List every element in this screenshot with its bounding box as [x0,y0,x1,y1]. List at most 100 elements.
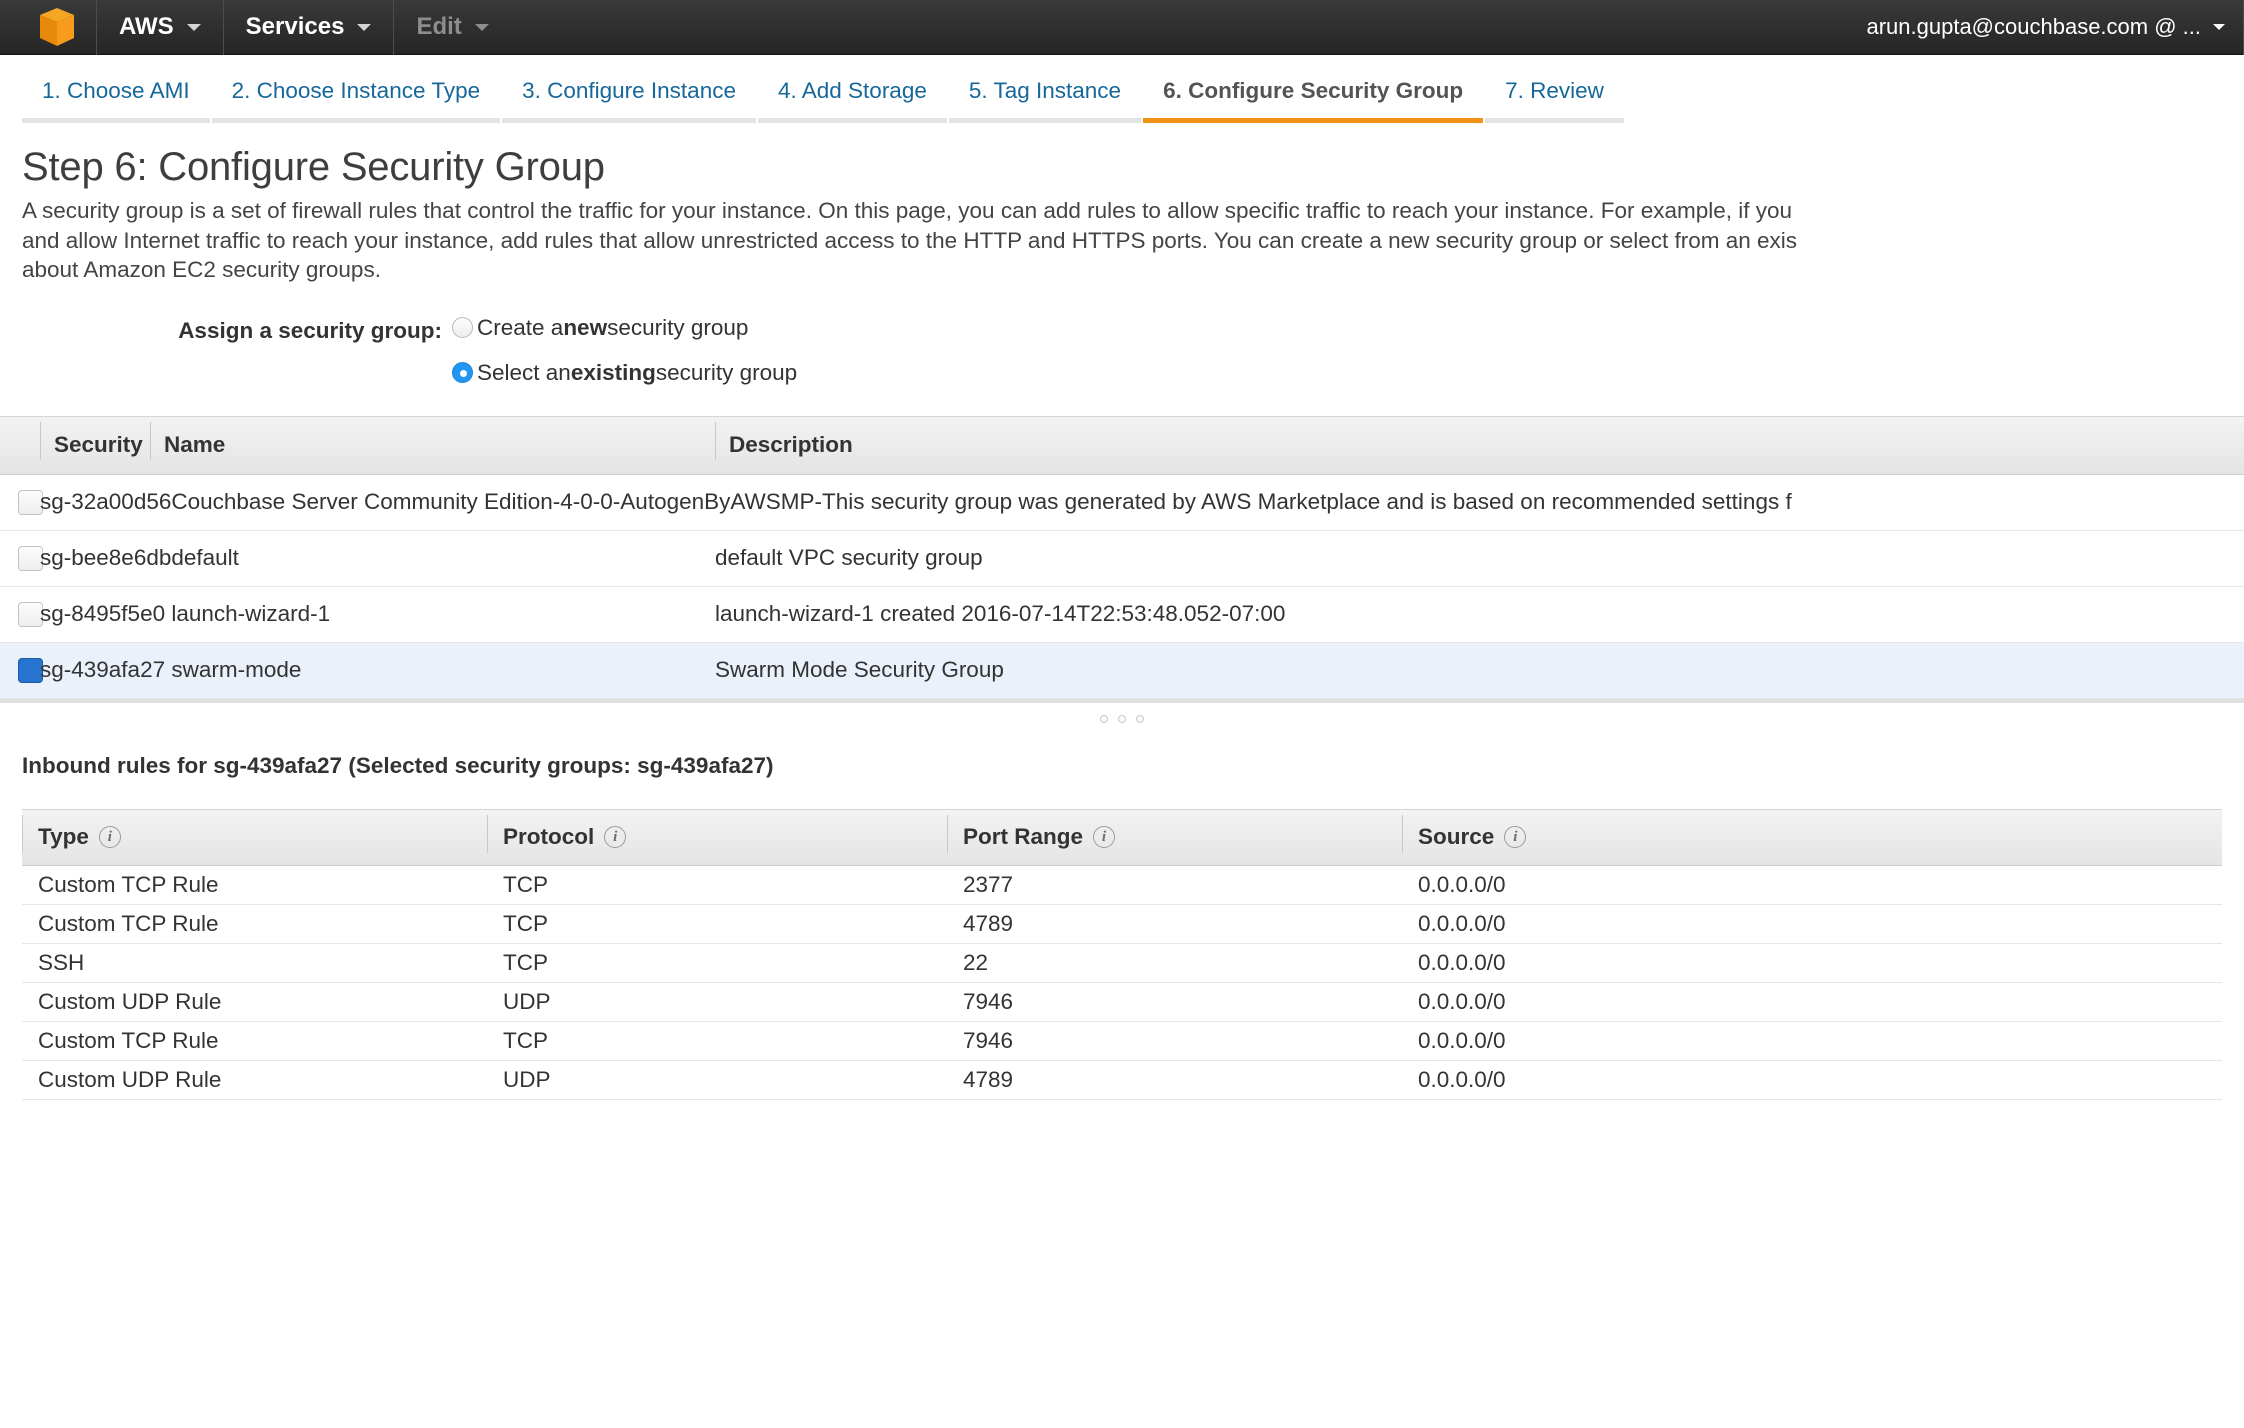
table-row[interactable]: Custom UDP Rule UDP 4789 0.0.0.0/0 [22,1060,2222,1100]
security-group-name: sg-bee8e6dbdefault [40,545,239,570]
table-row[interactable]: sg-8495f5e0 launch-wizard-1 launch-wizar… [0,586,2244,643]
security-group-description: Swarm Mode Security Group [715,657,1004,682]
radio-create-new-post: security group [607,314,749,340]
header-protocol-label: Protocol [503,824,595,849]
grip-dot [1136,714,1144,723]
table-row[interactable]: SSH TCP 22 0.0.0.0/0 [22,943,2222,983]
chevron-down-icon [474,23,489,31]
header-protocol[interactable]: Protocol i [487,815,947,853]
assign-security-group-label: Assign a security group: [178,317,442,343]
grip-dot [1118,714,1126,723]
radio-create-new-pre: Create a [477,314,564,340]
rule-source: 0.0.0.0/0 [1418,871,1506,897]
rule-type: SSH [38,949,85,975]
tab-choose-instance-type[interactable]: 2. Choose Instance Type [211,78,501,123]
tab-configure-instance[interactable]: 3. Configure Instance [502,78,756,123]
rule-source: 0.0.0.0/0 [1418,1027,1506,1053]
rule-protocol: TCP [503,871,548,897]
row-checkbox-cell[interactable] [0,545,43,571]
description-line-2: and allow Internet traffic to reach your… [22,227,1798,253]
info-icon[interactable]: i [98,826,121,848]
header-type-label: Type [38,824,89,849]
page-description: A security group is a set of firewall ru… [22,196,2222,285]
inbound-rules-table: Type i Protocol i Port Range i Source i … [0,808,2244,1100]
panel-splitter[interactable] [0,698,2244,735]
security-group-name: sg-32a00d56Couchbase Server Community Ed… [40,489,1792,514]
chevron-down-icon [357,23,372,31]
rule-protocol: TCP [503,910,548,936]
row-checkbox-cell[interactable] [0,601,43,627]
row-checkbox-cell[interactable] [0,489,43,515]
header-source[interactable]: Source i [1402,815,2222,853]
rule-type: Custom TCP Rule [38,1027,219,1053]
header-security[interactable]: Security [40,422,150,460]
tab-add-storage[interactable]: 4. Add Storage [757,78,947,123]
rule-type: Custom TCP Rule [38,871,219,897]
description-line-1: A security group is a set of firewall ru… [22,198,1793,223]
rule-protocol: TCP [503,949,548,975]
rule-source: 0.0.0.0/0 [1418,1066,1506,1092]
radio-create-new-indicator[interactable] [452,317,473,338]
rule-source: 0.0.0.0/0 [1418,910,1506,936]
menu-edit[interactable]: Edit [394,0,510,55]
table-row[interactable]: sg-439afa27 swarm-mode Swarm Mode Securi… [0,642,2244,699]
radio-create-new-bold: new [563,314,608,340]
info-icon[interactable]: i [604,826,627,848]
menu-aws-label: AWS [119,13,174,40]
header-port-range[interactable]: Port Range i [947,815,1402,853]
radio-select-existing-bold: existing [570,359,656,385]
assign-radio-group: Create a new security group Select an ex… [452,315,797,386]
table-row[interactable]: Custom TCP Rule TCP 7946 0.0.0.0/0 [22,1021,2222,1061]
row-checkbox-cell[interactable] [0,657,43,683]
console-bar-right: arun.gupta@couchbase.com @ ... [1840,0,2244,55]
aws-cube-logo[interactable] [40,8,74,46]
security-group-table: Security Name Description sg-32a00d56Cou… [0,415,2244,699]
table-row[interactable]: Custom TCP Rule TCP 2377 0.0.0.0/0 [22,865,2222,905]
splitter-grip-icon[interactable] [1100,714,1144,723]
inbound-rules-header: Type i Protocol i Port Range i Source i [22,808,2222,866]
table-row[interactable]: Custom TCP Rule TCP 4789 0.0.0.0/0 [22,904,2222,944]
menu-services-label: Services [245,13,345,40]
info-icon[interactable]: i [1093,826,1116,848]
info-icon[interactable]: i [1504,826,1527,848]
tab-tag-instance[interactable]: 5. Tag Instance [948,78,1142,123]
radio-select-existing-pre: Select an [477,359,571,385]
security-group-name: sg-439afa27 swarm-mode [40,657,302,682]
aws-console-bar: AWS Services Edit arun.gupta@couchbase.c… [0,0,2244,55]
tab-configure-security-group[interactable]: 6. Configure Security Group [1143,78,1484,123]
header-port-range-label: Port Range [963,824,1084,849]
account-label: arun.gupta@couchbase.com @ ... [1866,14,2201,39]
radio-select-existing-indicator[interactable] [452,362,473,383]
rule-port-range: 4789 [963,1066,1014,1092]
rule-protocol: UDP [503,1066,551,1092]
rule-port-range: 4789 [963,910,1014,936]
header-name[interactable]: Name [150,422,715,460]
rule-protocol: UDP [503,988,551,1014]
chevron-down-icon [2213,24,2225,30]
radio-create-new-security-group[interactable]: Create a new security group [452,315,797,341]
account-menu[interactable]: arun.gupta@couchbase.com @ ... [1840,14,2243,40]
menu-aws[interactable]: AWS [97,0,223,55]
chevron-down-icon [186,23,201,31]
tab-choose-ami[interactable]: 1. Choose AMI [22,78,210,123]
rule-port-range: 7946 [963,1027,1014,1053]
table-row[interactable]: sg-32a00d56Couchbase Server Community Ed… [0,474,2244,531]
security-group-description: launch-wizard-1 created 2016-07-14T22:53… [715,601,1286,626]
assign-security-group-section: Assign a security group: Create a new se… [22,315,2222,386]
header-type[interactable]: Type i [22,815,487,853]
tab-review[interactable]: 7. Review [1485,78,1624,123]
security-group-description: default VPC security group [715,545,983,570]
header-source-label: Source [1418,824,1495,849]
rule-type: Custom TCP Rule [38,910,219,936]
wizard-tabs: 1. Choose AMI 2. Choose Instance Type 3.… [0,55,2244,123]
rule-port-range: 22 [963,949,989,975]
security-group-name: sg-8495f5e0 launch-wizard-1 [40,601,331,626]
rule-port-range: 2377 [963,871,1014,897]
header-description[interactable]: Description [715,422,2244,460]
radio-select-existing-post: security group [655,359,798,385]
menu-services[interactable]: Services [224,0,394,55]
table-row[interactable]: sg-bee8e6dbdefault default VPC security … [0,530,2244,587]
radio-select-existing-security-group[interactable]: Select an existing security group [452,360,797,386]
page-title: Step 6: Configure Security Group [22,145,605,189]
table-row[interactable]: Custom UDP Rule UDP 7946 0.0.0.0/0 [22,982,2222,1022]
